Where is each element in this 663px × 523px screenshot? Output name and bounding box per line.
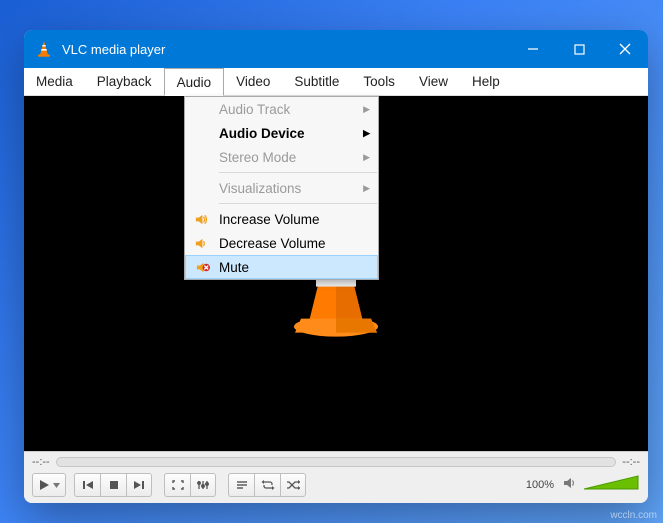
vlc-window: VLC media player Media Playback Audio Vi… — [24, 30, 648, 503]
maximize-button[interactable] — [556, 30, 602, 68]
total-time: --:-- — [622, 456, 640, 468]
submenu-arrow-icon: ▶ — [363, 183, 370, 194]
menu-subtitle[interactable]: Subtitle — [282, 68, 351, 95]
menu-media[interactable]: Media — [24, 68, 85, 95]
submenu-arrow-icon: ▶ — [363, 104, 370, 115]
titlebar: VLC media player — [24, 30, 648, 68]
loop-icon — [261, 480, 275, 490]
menuitem-increase-volume[interactable]: Increase Volume — [185, 207, 378, 231]
equalizer-icon — [197, 480, 209, 490]
volume-slider[interactable] — [582, 474, 640, 497]
stop-icon — [109, 480, 119, 490]
menuitem-audio-device[interactable]: Audio Device▶ — [185, 121, 378, 145]
volume-down-icon — [193, 235, 209, 251]
watermark: wccln.com — [610, 510, 657, 521]
menuitem-audio-track: Audio Track▶ — [185, 97, 378, 121]
menu-playback[interactable]: Playback — [85, 68, 164, 95]
vlc-cone-icon — [34, 39, 54, 59]
mute-icon — [194, 259, 210, 275]
volume-icon[interactable] — [562, 475, 578, 496]
next-button[interactable] — [126, 473, 152, 497]
skip-forward-icon — [133, 480, 145, 490]
playlist-icon — [236, 480, 248, 490]
dropdown-icon — [53, 482, 60, 489]
menu-separator — [219, 172, 377, 173]
extended-settings-button[interactable] — [190, 473, 216, 497]
menu-video[interactable]: Video — [224, 68, 282, 95]
menubar: Media Playback Audio Video Subtitle Tool… — [24, 68, 648, 96]
seek-slider[interactable] — [56, 457, 617, 467]
play-button[interactable] — [32, 473, 66, 497]
menuitem-decrease-volume[interactable]: Decrease Volume — [185, 231, 378, 255]
audio-menu-dropdown: Audio Track▶ Audio Device▶ Stereo Mode▶ … — [184, 96, 379, 280]
menu-audio[interactable]: Audio — [164, 68, 225, 96]
skip-back-icon — [82, 480, 94, 490]
volume-up-icon — [193, 211, 209, 227]
loop-button[interactable] — [254, 473, 280, 497]
menu-view[interactable]: View — [407, 68, 460, 95]
menu-help[interactable]: Help — [460, 68, 512, 95]
playlist-button[interactable] — [228, 473, 254, 497]
fullscreen-icon — [172, 480, 184, 490]
submenu-arrow-icon: ▶ — [363, 152, 370, 163]
menuitem-stereo-mode: Stereo Mode▶ — [185, 145, 378, 169]
minimize-button[interactable] — [510, 30, 556, 68]
close-button[interactable] — [602, 30, 648, 68]
fullscreen-button[interactable] — [164, 473, 190, 497]
menuitem-visualizations: Visualizations▶ — [185, 176, 378, 200]
volume-percent: 100% — [526, 479, 554, 491]
menu-separator — [219, 203, 377, 204]
previous-button[interactable] — [74, 473, 100, 497]
menu-tools[interactable]: Tools — [351, 68, 407, 95]
menuitem-mute[interactable]: Mute — [185, 255, 378, 279]
shuffle-button[interactable] — [280, 473, 306, 497]
controls-bar: --:-- --:-- 100% — [24, 451, 648, 503]
elapsed-time: --:-- — [32, 456, 50, 468]
stop-button[interactable] — [100, 473, 126, 497]
shuffle-icon — [286, 480, 300, 490]
play-icon — [38, 479, 50, 491]
window-title: VLC media player — [62, 42, 510, 57]
submenu-arrow-icon: ▶ — [363, 128, 370, 139]
